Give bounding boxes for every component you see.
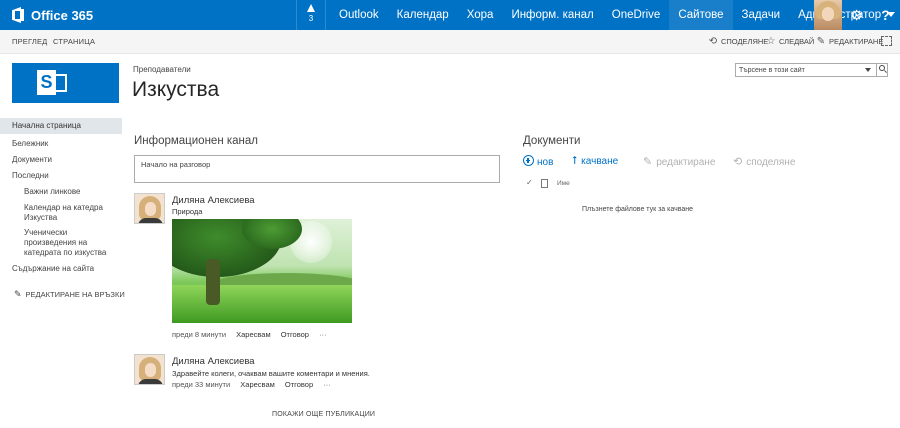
site-search xyxy=(735,63,888,77)
post-time[interactable]: преди 33 минути xyxy=(172,380,230,389)
upload-button[interactable]: ⭡ качване xyxy=(572,155,618,168)
new-document-button[interactable]: нов xyxy=(523,155,553,168)
edit-label: РЕДАКТИРАНЕ xyxy=(829,37,884,46)
upload-icon: ⭡ xyxy=(572,155,578,167)
bell-icon xyxy=(307,4,315,12)
file-type-icon xyxy=(541,179,548,188)
post-actions: преди 33 минути Харесвам Отговор ··· xyxy=(172,380,339,389)
ql-recent-calendar[interactable]: Календар на катедра Изкуства xyxy=(24,203,114,223)
start-conversation-input[interactable] xyxy=(134,155,500,183)
share-icon: ⟲ xyxy=(708,36,718,47)
post-time[interactable]: преди 8 минути xyxy=(172,330,226,339)
edit-links-label: РЕДАКТИРАНЕ НА ВРЪЗКИ xyxy=(25,290,125,299)
post-text: Здравейте колеги, очаквам вашите комента… xyxy=(172,369,370,378)
notifications-count: 3 xyxy=(308,14,314,23)
documents-title[interactable]: Документи xyxy=(523,135,580,147)
reply-button[interactable]: Отговор xyxy=(281,330,309,339)
ribbon: ПРЕГЛЕД СТРАНИЦА ⟲ СПОДЕЛЯНЕ ☆ СЛЕДВАЙ ✎ РЕ… xyxy=(0,30,900,54)
share-icon: ⟲ xyxy=(733,156,743,168)
select-all-checkmark-icon[interactable]: ✓ xyxy=(526,178,533,187)
add-icon xyxy=(523,155,534,166)
tab-page[interactable]: СТРАНИЦА xyxy=(53,30,95,54)
nav-newsfeed[interactable]: Информ. канал xyxy=(502,0,602,30)
ql-recent[interactable]: Последни xyxy=(12,171,49,180)
office365-brand[interactable]: Office 365 xyxy=(12,0,93,30)
edit-document-label: редактиране xyxy=(656,157,716,168)
breadcrumb[interactable]: Преподаватели xyxy=(133,65,191,74)
share-document-button[interactable]: ⟲ споделяне xyxy=(733,155,795,168)
gear-icon[interactable]: ⚙ xyxy=(842,0,871,30)
ql-home[interactable]: Начална страница xyxy=(0,118,122,134)
more-icon[interactable]: ··· xyxy=(323,380,331,389)
ql-recent-student-works[interactable]: Ученически произведения на катедрата по … xyxy=(24,228,114,258)
newsfeed-title: Информационен канал xyxy=(134,135,259,147)
office-logo-icon xyxy=(12,7,26,23)
drop-zone-hint: Плъзнете файлове тук за качване xyxy=(582,206,694,213)
more-icon[interactable]: ··· xyxy=(319,330,327,339)
follow-button[interactable]: ☆ СЛЕДВАЙ xyxy=(765,30,815,54)
tab-browse[interactable]: ПРЕГЛЕД xyxy=(12,30,47,54)
follow-label: СЛЕДВАЙ xyxy=(779,37,815,46)
post-image[interactable] xyxy=(172,219,352,323)
nav-onedrive[interactable]: OneDrive xyxy=(603,0,670,30)
edit-page-button[interactable]: ✎ РЕДАКТИРАНЕ xyxy=(815,30,884,54)
nav-sites[interactable]: Сайтове xyxy=(669,0,733,30)
pencil-icon: ✎ xyxy=(14,289,22,299)
search-button[interactable] xyxy=(876,63,888,77)
chevron-down-icon[interactable] xyxy=(865,68,871,72)
ql-recent-links[interactable]: Важни линкове xyxy=(24,187,80,197)
ql-documents[interactable]: Документи xyxy=(12,155,52,164)
post-author[interactable]: Диляна Алексиева xyxy=(172,195,255,206)
upload-label: качване xyxy=(581,156,619,167)
share-button[interactable]: ⟲ СПОДЕЛЯНЕ xyxy=(707,30,769,54)
pencil-icon: ✎ xyxy=(816,36,826,47)
nav-tasks[interactable]: Задачи xyxy=(733,0,790,30)
reply-button[interactable]: Отговор xyxy=(285,380,313,389)
focus-content-icon[interactable] xyxy=(881,36,892,46)
sharepoint-icon: S xyxy=(37,70,56,95)
nav-people[interactable]: Хора xyxy=(458,0,503,30)
pencil-icon: ✎ xyxy=(643,156,653,168)
show-more-posts-link[interactable]: ПОКАЖИ ОЩЕ ПУБЛИКАЦИИ xyxy=(272,411,375,418)
edit-document-button[interactable]: ✎ редактиране xyxy=(643,155,715,168)
new-label: нов xyxy=(537,157,554,168)
share-label: СПОДЕЛЯНЕ xyxy=(721,37,769,46)
help-icon[interactable]: ? xyxy=(871,0,900,30)
post-author-avatar[interactable] xyxy=(134,354,165,385)
column-header-name[interactable]: Име xyxy=(557,180,570,187)
search-input[interactable] xyxy=(736,64,854,76)
sharepoint-logo[interactable]: S xyxy=(12,63,119,103)
post-text: Природа xyxy=(172,207,203,216)
user-avatar[interactable] xyxy=(814,0,842,30)
ql-site-contents[interactable]: Съдържание на сайта xyxy=(12,264,94,273)
like-button[interactable]: Харесвам xyxy=(240,380,275,389)
brand-label: Office 365 xyxy=(31,7,94,23)
share-document-label: споделяне xyxy=(746,157,796,168)
edit-links-button[interactable]: ✎ РЕДАКТИРАНЕ НА ВРЪЗКИ xyxy=(14,289,125,300)
nav-outlook[interactable]: Outlook xyxy=(330,0,388,30)
notifications-button[interactable]: 3 xyxy=(296,0,326,30)
post-author[interactable]: Диляна Алексиева xyxy=(172,356,255,367)
post-actions: преди 8 минути Харесвам Отговор ··· xyxy=(172,330,335,339)
like-button[interactable]: Харесвам xyxy=(236,330,271,339)
ql-notebook[interactable]: Бележник xyxy=(12,139,48,148)
nav-calendar[interactable]: Календар xyxy=(388,0,458,30)
page-title: Изкуства xyxy=(132,78,220,101)
post-author-avatar[interactable] xyxy=(134,193,165,224)
suite-bar: Office 365 3 Outlook Календар Хора Инфор… xyxy=(0,0,900,30)
star-icon: ☆ xyxy=(766,36,776,47)
